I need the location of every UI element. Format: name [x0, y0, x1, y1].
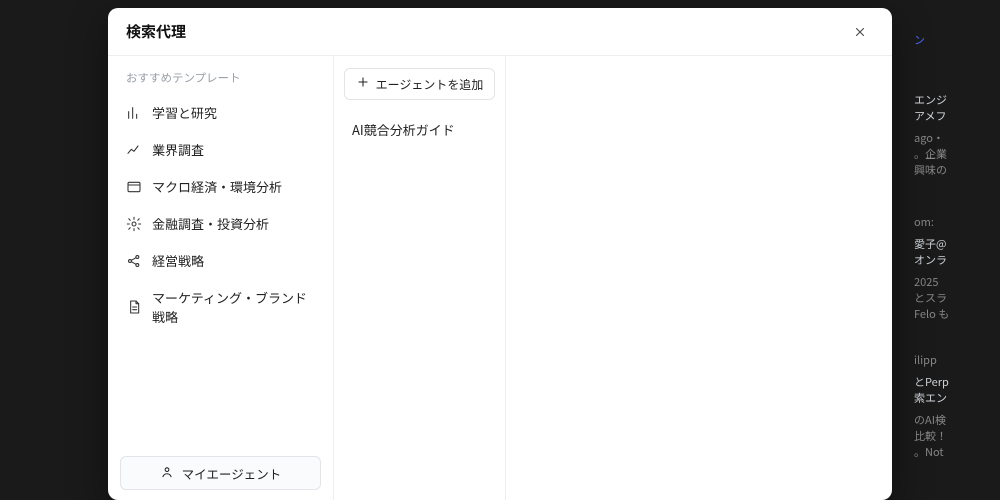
- bg-text: オンラ: [914, 252, 994, 268]
- gear-icon: [126, 216, 142, 232]
- bg-text: 比較！: [914, 428, 994, 444]
- my-agents-label: マイエージェント: [182, 464, 282, 483]
- bg-text: ago・: [914, 130, 944, 146]
- template-label: 金融調査・投資分析: [152, 214, 269, 233]
- sidebar-section-label: おすすめテンプレート: [116, 70, 325, 94]
- my-agents-button[interactable]: マイエージェント: [120, 456, 321, 490]
- background-preview-strip: ン エンジ アメフ ago・ 。企業 興味の om: 愛子@ オンラ 2025 …: [900, 0, 1000, 500]
- bg-text: Felo も: [914, 306, 994, 322]
- browser-icon: [126, 179, 142, 195]
- bg-text: とPerp: [914, 374, 994, 390]
- template-item-strategy[interactable]: 経営戦略: [116, 242, 325, 279]
- template-item-finance[interactable]: 金融調査・投資分析: [116, 205, 325, 242]
- bg-text: 2025: [914, 274, 994, 290]
- agent-column: エージェントを追加 AI競合分析ガイド: [334, 56, 506, 500]
- share-icon: [126, 253, 142, 269]
- template-item-industry[interactable]: 業界調査: [116, 131, 325, 168]
- close-icon: [853, 20, 867, 44]
- bg-card-1: ン エンジ アメフ ago・ 。企業 興味の: [914, 32, 994, 178]
- template-sidebar: おすすめテンプレート 学習と研究 業界調査: [108, 56, 334, 500]
- modal-title: 検索代理: [126, 21, 186, 42]
- agent-label: AI競合分析ガイド: [352, 120, 455, 139]
- template-label: 経営戦略: [152, 251, 204, 270]
- bg-text: 興味の: [914, 162, 947, 178]
- bg-text: アメフ: [914, 108, 994, 124]
- close-button[interactable]: [846, 18, 874, 46]
- bg-text: のAI検: [914, 412, 994, 428]
- bg-text: 愛子@: [914, 236, 994, 252]
- user-icon: [160, 464, 174, 483]
- bg-text: 索エン: [914, 390, 994, 406]
- template-item-learning[interactable]: 学習と研究: [116, 94, 325, 131]
- modal-header: 検索代理: [108, 8, 892, 56]
- search-agent-modal: 検索代理 おすすめテンプレート 学習と研究: [108, 8, 892, 500]
- bg-text: 。Not: [914, 444, 994, 460]
- document-icon: [126, 299, 142, 315]
- template-label: 学習と研究: [152, 103, 217, 122]
- template-label: 業界調査: [152, 140, 204, 159]
- bg-text: ン: [914, 32, 925, 48]
- bg-text: とスラ: [914, 290, 994, 306]
- template-label: マーケティング・ブランド戦略: [152, 288, 315, 326]
- template-item-macro[interactable]: マクロ経済・環境分析: [116, 168, 325, 205]
- bg-text: 。企業: [914, 146, 947, 162]
- plus-icon: [356, 75, 370, 93]
- template-item-marketing[interactable]: マーケティング・ブランド戦略: [116, 279, 325, 335]
- agent-item[interactable]: AI競合分析ガイド: [344, 114, 495, 145]
- detail-column: [506, 56, 892, 500]
- add-agent-button[interactable]: エージェントを追加: [344, 68, 495, 100]
- bg-text: ilipp: [914, 352, 937, 368]
- bar-chart-icon: [126, 105, 142, 121]
- bg-text: om:: [914, 214, 934, 230]
- add-agent-label: エージェントを追加: [376, 76, 484, 93]
- bg-card-2: om: 愛子@ オンラ 2025 とスラ Felo も: [914, 214, 994, 322]
- template-label: マクロ経済・環境分析: [152, 177, 282, 196]
- bg-text: エンジ: [914, 92, 994, 108]
- bg-card-3: ilipp とPerp 索エン のAI検 比較！ 。Not: [914, 352, 994, 460]
- template-list: 学習と研究 業界調査 マクロ経済・環境分析: [116, 94, 325, 335]
- modal-body: おすすめテンプレート 学習と研究 業界調査: [108, 56, 892, 500]
- line-chart-icon: [126, 142, 142, 158]
- agent-list: AI競合分析ガイド: [344, 114, 495, 145]
